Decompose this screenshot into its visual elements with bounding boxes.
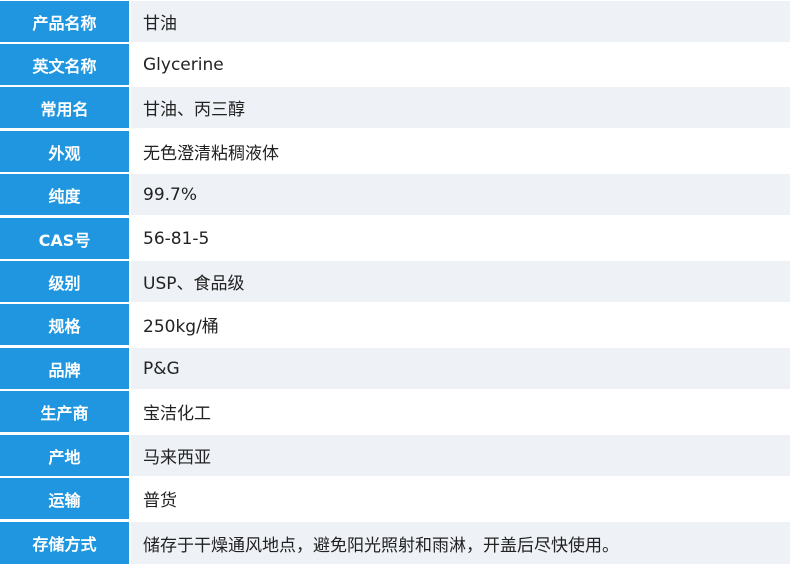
spec-label: 规格 <box>0 304 129 345</box>
spec-row-appearance: 外观 无色澄清粘稠液体 <box>0 131 790 172</box>
spec-label: 生产商 <box>0 391 129 432</box>
spec-label: 英文名称 <box>0 44 129 85</box>
spec-label: 运输 <box>0 478 129 519</box>
spec-label: 级别 <box>0 261 129 302</box>
spec-row-package: 规格 250kg/桶 <box>0 304 790 345</box>
spec-value: 马来西亚 <box>131 435 790 476</box>
spec-row-manufacturer: 生产商 宝洁化工 <box>0 391 790 432</box>
spec-value: 无色澄清粘稠液体 <box>131 131 790 172</box>
spec-value: 宝洁化工 <box>131 391 790 432</box>
spec-value: 250kg/桶 <box>131 304 790 345</box>
spec-value: P&G <box>131 348 790 389</box>
spec-value: 56-81-5 <box>131 218 790 259</box>
spec-label: 产品名称 <box>0 1 129 42</box>
spec-row-cas: CAS号 56-81-5 <box>0 218 790 259</box>
spec-label: 品牌 <box>0 348 129 389</box>
spec-row-brand: 品牌 P&G <box>0 348 790 389</box>
spec-label: 存储方式 <box>0 522 129 564</box>
spec-value: 甘油、丙三醇 <box>131 87 790 128</box>
spec-row-storage: 存储方式 储存于干燥通风地点，避免阳光照射和雨淋，开盖后尽快使用。 <box>0 522 790 564</box>
spec-value: 甘油 <box>131 1 790 42</box>
spec-row-common-name: 常用名 甘油、丙三醇 <box>0 87 790 128</box>
spec-row-origin: 产地 马来西亚 <box>0 435 790 476</box>
spec-label: 外观 <box>0 131 129 172</box>
spec-row-purity: 纯度 99.7% <box>0 174 790 215</box>
spec-row-grade: 级别 USP、食品级 <box>0 261 790 302</box>
spec-value: 普货 <box>131 478 790 519</box>
spec-value: 储存于干燥通风地点，避免阳光照射和雨淋，开盖后尽快使用。 <box>131 522 790 564</box>
spec-value: Glycerine <box>131 44 790 85</box>
spec-label: 常用名 <box>0 87 129 128</box>
spec-row-product-name: 产品名称 甘油 <box>0 1 790 42</box>
spec-label: CAS号 <box>0 218 129 259</box>
spec-row-transport: 运输 普货 <box>0 478 790 519</box>
spec-label: 产地 <box>0 435 129 476</box>
spec-value: 99.7% <box>131 174 790 215</box>
spec-label: 纯度 <box>0 174 129 215</box>
spec-row-english-name: 英文名称 Glycerine <box>0 44 790 85</box>
spec-value: USP、食品级 <box>131 261 790 302</box>
product-spec-table: 产品名称 甘油 英文名称 Glycerine 常用名 甘油、丙三醇 外观 无色澄… <box>0 0 790 567</box>
